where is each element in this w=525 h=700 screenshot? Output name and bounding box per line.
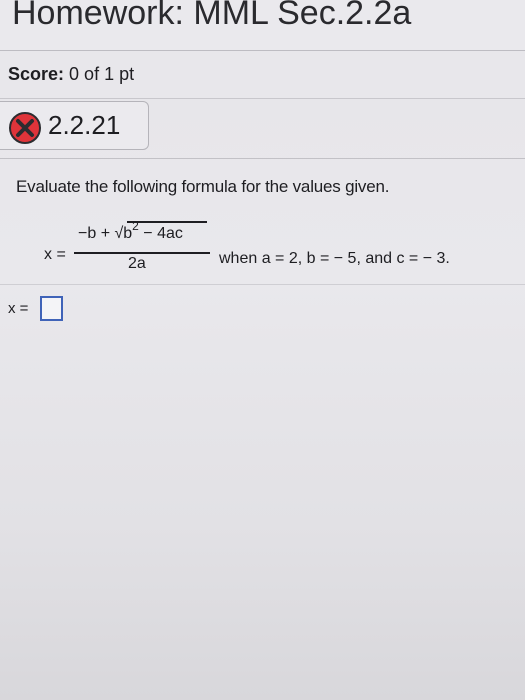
score-label: Score: <box>8 64 65 84</box>
fraction-line <box>74 252 210 254</box>
formula-denominator: 2a <box>128 255 146 272</box>
divider <box>0 158 525 159</box>
divider <box>0 284 525 285</box>
formula-numerator: −b + √b2 − 4ac <box>78 219 183 243</box>
answer-label: x = <box>8 300 29 317</box>
score-text: Score: 0 of 1 pt <box>8 64 134 85</box>
radicand-rest: − 4ac <box>138 225 183 242</box>
page-title: Homework: MML Sec.2.2a <box>12 0 412 32</box>
formula-lhs: x = <box>44 246 66 263</box>
given-values: when a = 2, b = − 5, and c = − 3. <box>219 250 450 267</box>
page-header: Homework: MML Sec.2.2a <box>0 0 525 51</box>
score-value: 0 of 1 pt <box>69 64 135 84</box>
question-number: 2.2.21 <box>48 110 121 140</box>
answer-input[interactable] <box>40 296 63 321</box>
incorrect-x-icon <box>9 112 41 144</box>
numerator-prefix: −b + √ <box>78 225 124 242</box>
sqrt-vinculum <box>127 221 207 223</box>
radicand-base: b <box>123 225 133 242</box>
question-instruction: Evaluate the following formula for the v… <box>16 177 390 196</box>
